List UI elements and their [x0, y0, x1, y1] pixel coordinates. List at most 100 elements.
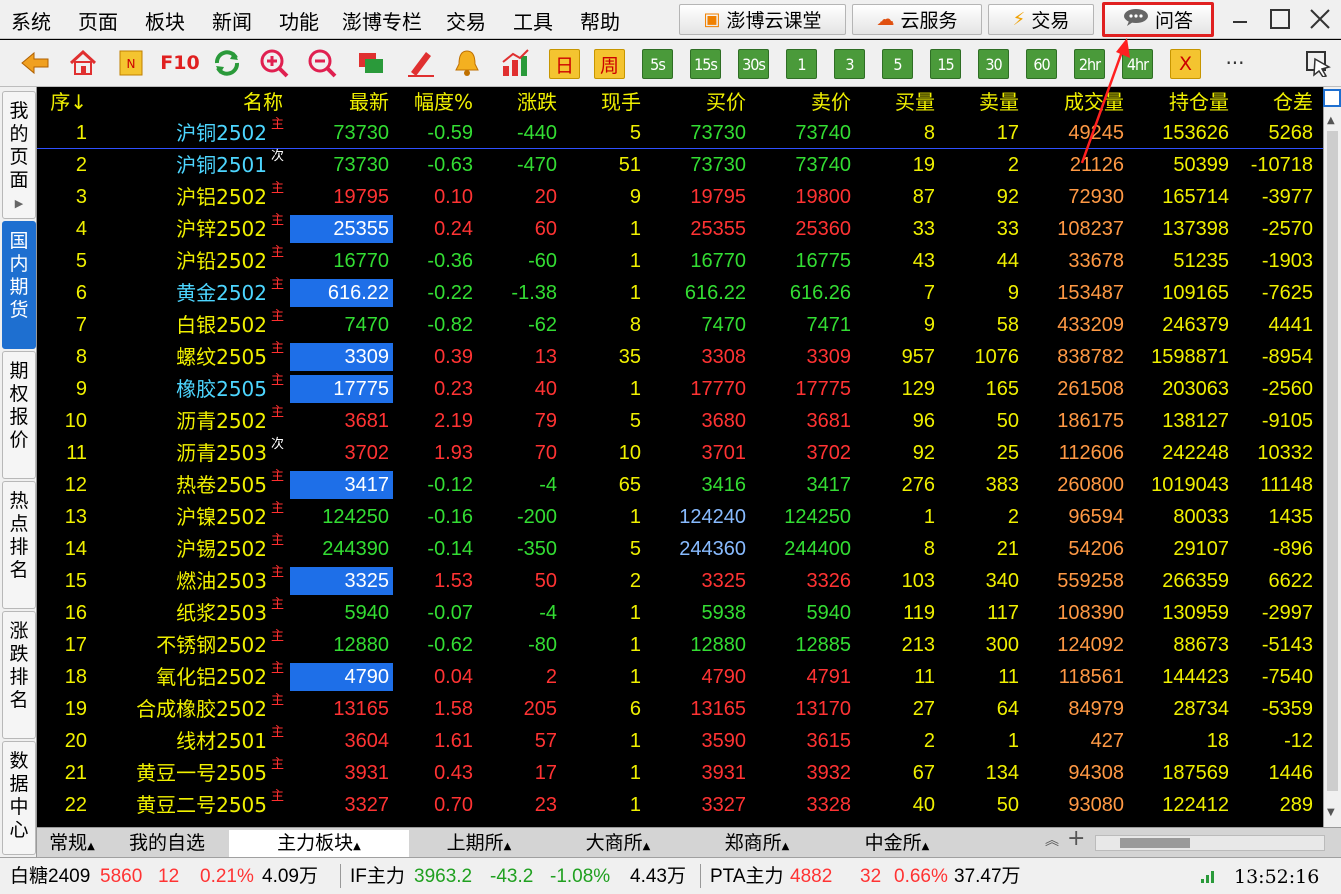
scroll-corner-box[interactable] — [1323, 89, 1341, 107]
period-15s-button[interactable]: 15s — [690, 49, 721, 79]
column-header-12[interactable]: 仓差 — [1233, 87, 1313, 117]
table-row[interactable]: 10 沥青2502 3681 2.19 79 5 3680 3681 96 50 186175 138… — [37, 406, 1323, 436]
table-row[interactable]: 2 沪铜2501 73730 -0.63 -470 51 73730 73740 19 2 2112… — [37, 150, 1323, 180]
column-header-5[interactable]: 现手 — [561, 87, 641, 117]
period-15m-button[interactable]: 15 — [930, 49, 961, 79]
table-row[interactable]: 12 热卷2505 3417 -0.12 -4 65 3416 3417 276 383 26080… — [37, 470, 1323, 500]
table-row[interactable]: 5 沪铅2502 16770 -0.36 -60 1 16770 16775 43 44 33678… — [37, 246, 1323, 276]
menu-tools[interactable]: 工具 — [513, 6, 553, 35]
scroll-up-arrow-icon[interactable]: ▲ — [1327, 115, 1335, 126]
table-row[interactable]: 18 氧化铝2502 4790 0.04 2 1 4790 4791 11 11 118561 144… — [37, 662, 1323, 692]
period-30m-button[interactable]: 30 — [978, 49, 1009, 79]
table-row[interactable]: 7 白银2502 7470 -0.82 -62 8 7470 7471 9 58 433209 246… — [37, 310, 1323, 340]
column-header-11[interactable]: 持仓量 — [1129, 87, 1229, 117]
menu-system[interactable]: 系统 — [11, 6, 51, 35]
period-1m-button[interactable]: 1 — [786, 49, 817, 79]
maximize-button[interactable] — [1264, 4, 1296, 34]
minimize-button[interactable] — [1224, 4, 1256, 34]
menu-column[interactable]: 澎博专栏 — [342, 6, 422, 35]
daily-button[interactable]: 日 — [549, 49, 580, 79]
table-row[interactable]: 6 黄金2502 616.22 -0.22 -1.38 1 616.22 616.26 7 9 15… — [37, 278, 1323, 308]
table-row[interactable]: 16 纸浆2503 5940 -0.07 -4 1 5938 5940 119 117 108390… — [37, 598, 1323, 628]
column-header-3[interactable]: 幅度% — [393, 87, 473, 117]
sidebar-tab-my-page[interactable]: 我 的 页 面 ▶ — [2, 91, 36, 219]
sidebar-tab-option-quotes[interactable]: 期 权 报 价 — [2, 351, 36, 479]
table-row[interactable]: 1 沪铜2502 73730 -0.59 -440 5 73730 73740 8 17 49245… — [37, 118, 1323, 148]
menu-page[interactable]: 页面 — [78, 6, 118, 35]
column-header-6[interactable]: 买价 — [646, 87, 746, 117]
sheet-tab-general[interactable]: 常规▲ — [41, 830, 103, 857]
vertical-scrollbar[interactable]: ▲ ▼ — [1323, 87, 1341, 827]
table-row[interactable]: 11 沥青2503 3702 1.93 70 10 3701 3702 92 25 112606 24… — [37, 438, 1323, 468]
period-5s-button[interactable]: 5s — [642, 49, 673, 79]
zoom-in-icon[interactable] — [259, 48, 289, 78]
quote-table[interactable]: 序↓ 名称 最新 幅度% 涨跌 现手 买价 卖价 买量 卖量 成交量 持仓量 仓差 1 沪铜2502 7373… — [37, 87, 1323, 827]
column-header-10[interactable]: 成交量 — [1024, 87, 1124, 117]
table-row[interactable]: 17 不锈钢2502 12880 -0.62 -80 1 12880 12885 213 300 1… — [37, 630, 1323, 660]
menu-trade[interactable]: 交易 — [446, 6, 486, 35]
menu-help[interactable]: 帮助 — [580, 6, 620, 35]
pen-icon[interactable] — [406, 48, 436, 78]
table-row[interactable]: 20 线材2501 3604 1.61 57 1 3590 3615 2 1 427 18 -12 主 — [37, 726, 1323, 756]
more-button[interactable]: ··· — [1220, 48, 1250, 78]
column-header-2[interactable]: 最新 — [289, 87, 389, 117]
sheet-tab-dce[interactable]: 大商所▲ — [549, 830, 687, 857]
sheet-tab-shfe[interactable]: 上期所▲ — [409, 830, 549, 857]
weekly-button[interactable]: 周 — [594, 49, 625, 79]
table-row[interactable]: 14 沪锡2502 244390 -0.14 -350 5 244360 244400 8 21 5… — [37, 534, 1323, 564]
scroll-down-arrow-icon[interactable]: ▼ — [1327, 807, 1335, 818]
pointer-icon[interactable] — [1302, 48, 1332, 78]
back-arrow-icon[interactable] — [20, 48, 50, 78]
table-row[interactable]: 19 合成橡胶2502 13165 1.58 205 6 13165 13170 27 64 849… — [37, 694, 1323, 724]
sheet-tab-watchlist[interactable]: 我的自选 — [107, 830, 227, 857]
column-header-9[interactable]: 卖量 — [939, 87, 1019, 117]
sidebar-tab-domestic-futures[interactable]: 国 内 期 货 — [2, 221, 36, 349]
menu-news[interactable]: 新闻 — [212, 6, 252, 35]
period-3m-button[interactable]: 3 — [834, 49, 865, 79]
horizontal-scroll-thumb[interactable] — [1120, 838, 1190, 848]
sidebar-tab-hot-ranking[interactable]: 热 点 排 名 — [2, 481, 36, 609]
table-row[interactable]: 8 螺纹2505 3309 0.39 13 35 3308 3309 957 1076 838782… — [37, 342, 1323, 372]
home-icon[interactable] — [68, 48, 98, 78]
alarm-bell-icon[interactable] — [452, 48, 482, 78]
sheet-tab-czce[interactable]: 郑商所▲ — [687, 830, 827, 857]
collapse-tabs-icon[interactable]: ︽ — [1045, 830, 1059, 850]
qa-button[interactable]: 问答 — [1102, 2, 1214, 37]
f10-button[interactable]: F10 — [160, 48, 199, 78]
sheet-tab-cffex[interactable]: 中金所▲ — [827, 830, 967, 857]
column-header-1[interactable]: 名称 — [153, 87, 283, 117]
column-header-4[interactable]: 涨跌 — [477, 87, 557, 117]
period-4hr-button[interactable]: 4hr — [1122, 49, 1153, 79]
menu-function[interactable]: 功能 — [279, 6, 319, 35]
add-tab-icon[interactable]: + — [1067, 826, 1085, 851]
stock-chart-icon[interactable] — [500, 48, 530, 78]
table-row[interactable]: 9 橡胶2505 17775 0.23 40 1 17770 17775 129 165 26150… — [37, 374, 1323, 404]
x-button[interactable]: X — [1170, 49, 1201, 79]
period-60m-button[interactable]: 60 — [1026, 49, 1057, 79]
period-5m-button[interactable]: 5 — [882, 49, 913, 79]
menu-sector[interactable]: 板块 — [145, 6, 185, 35]
table-row[interactable]: 21 黄豆一号2505 3931 0.43 17 1 3931 3932 67 134 94308 1… — [37, 758, 1323, 788]
table-row[interactable]: 13 沪镍2502 124250 -0.16 -200 1 124240 124250 1 2 96… — [37, 502, 1323, 532]
table-row[interactable]: 22 黄豆二号2505 3327 0.70 23 1 3327 3328 40 50 93080 12… — [37, 790, 1323, 820]
sidebar-tab-data-center[interactable]: 数 据 中 心 — [2, 741, 36, 855]
table-row[interactable]: 15 燃油2503 3325 1.53 50 2 3325 3326 103 340 559258 2… — [37, 566, 1323, 596]
sidebar-tab-change-ranking[interactable]: 涨 跌 排 名 — [2, 611, 36, 739]
zoom-out-icon[interactable] — [307, 48, 337, 78]
windows-icon[interactable] — [356, 48, 386, 78]
sheet-tab-main-sector[interactable]: 主力板块▲ — [229, 830, 409, 857]
horizontal-scrollbar[interactable] — [1095, 835, 1325, 851]
close-button[interactable] — [1304, 4, 1336, 34]
scroll-thumb[interactable] — [1327, 131, 1338, 791]
period-2hr-button[interactable]: 2hr — [1074, 49, 1105, 79]
period-30s-button[interactable]: 30s — [738, 49, 769, 79]
table-row[interactable]: 4 沪锌2502 25355 0.24 60 1 25355 25360 33 33 108237 1… — [37, 214, 1323, 244]
notes-icon[interactable]: N — [116, 48, 146, 78]
table-row[interactable]: 3 沪铝2502 19795 0.10 20 9 19795 19800 87 92 72930 16… — [37, 182, 1323, 212]
column-header-0[interactable]: 序↓ — [47, 87, 87, 117]
refresh-icon[interactable] — [212, 48, 242, 78]
cloud-service-button[interactable]: ☁ 云服务 — [852, 4, 982, 35]
trade-button[interactable]: ⚡ 交易 — [988, 4, 1094, 35]
column-header-8[interactable]: 买量 — [855, 87, 935, 117]
column-header-7[interactable]: 卖价 — [751, 87, 851, 117]
